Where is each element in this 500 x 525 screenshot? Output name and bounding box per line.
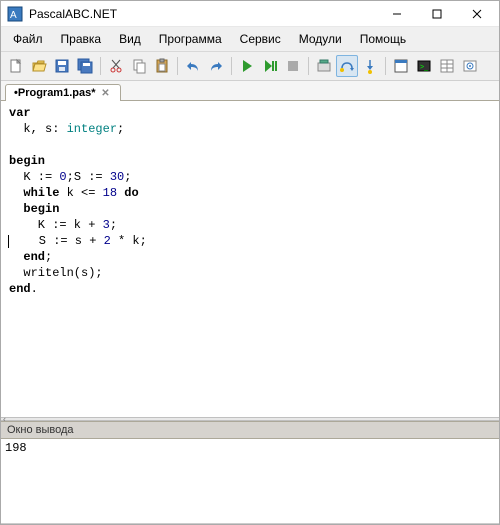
maximize-button[interactable] xyxy=(417,2,457,26)
toolbar-separator xyxy=(177,57,178,75)
watch-button[interactable] xyxy=(459,55,481,77)
form-designer-button[interactable] xyxy=(390,55,412,77)
svg-text:>_: >_ xyxy=(420,64,428,71)
menu-file[interactable]: Файл xyxy=(5,29,51,49)
menu-edit[interactable]: Правка xyxy=(53,29,110,49)
app-icon: A xyxy=(7,6,23,22)
copy-button[interactable] xyxy=(128,55,150,77)
new-file-button[interactable] xyxy=(5,55,27,77)
code-text: K := k + xyxy=(9,218,103,232)
output-text: 198 xyxy=(5,441,27,455)
code-text: * k; xyxy=(111,234,147,248)
code-number: 30 xyxy=(110,170,124,184)
tab-label: •Program1.pas* xyxy=(14,87,96,99)
save-button[interactable] xyxy=(51,55,73,77)
toolbar-separator xyxy=(308,57,309,75)
menu-bar: Файл Правка Вид Программа Сервис Модули … xyxy=(1,27,499,52)
step-over-button[interactable] xyxy=(336,55,358,77)
minimize-button[interactable] xyxy=(377,2,417,26)
stop-button[interactable] xyxy=(282,55,304,77)
code-number: 0 xyxy=(59,170,66,184)
code-text: K := xyxy=(9,170,59,184)
code-text xyxy=(9,186,23,200)
cut-button[interactable] xyxy=(105,55,127,77)
run-button[interactable] xyxy=(236,55,258,77)
code-keyword: begin xyxy=(9,154,45,168)
title-bar: A PascalABC.NET xyxy=(1,1,499,27)
menu-modules[interactable]: Модули xyxy=(291,29,350,49)
toolbar-separator xyxy=(100,57,101,75)
code-keyword: while xyxy=(23,186,59,200)
tab-bar: •Program1.pas* ✕ xyxy=(1,81,499,101)
code-text xyxy=(9,202,23,216)
toolbar-separator xyxy=(385,57,386,75)
code-number: 18 xyxy=(103,186,117,200)
tab-close-icon[interactable]: ✕ xyxy=(100,87,112,99)
code-text: ;S := xyxy=(67,170,110,184)
toolbar: >_ xyxy=(1,52,499,81)
code-text: . xyxy=(31,282,38,296)
code-text: ; xyxy=(45,250,52,264)
code-text: k, s: xyxy=(9,122,67,136)
code-text: ; xyxy=(117,122,124,136)
code-type: integer xyxy=(67,122,117,136)
menu-service[interactable]: Сервис xyxy=(232,29,289,49)
code-text: k <= xyxy=(59,186,102,200)
code-text: S := s + xyxy=(10,234,104,248)
output-panel-header: Окно вывода xyxy=(1,421,499,439)
code-number: 3 xyxy=(103,218,110,232)
toolbar-separator xyxy=(231,57,232,75)
paste-button[interactable] xyxy=(151,55,173,77)
menu-program[interactable]: Программа xyxy=(151,29,230,49)
code-number: 2 xyxy=(104,234,111,248)
window-title: PascalABC.NET xyxy=(29,7,377,21)
code-text xyxy=(9,250,23,264)
text-cursor xyxy=(8,235,9,248)
output-panel[interactable]: 198 xyxy=(1,439,499,524)
svg-text:A: A xyxy=(10,10,17,21)
code-text: writeln(s); xyxy=(9,266,103,280)
compile-button[interactable] xyxy=(313,55,335,77)
output-window-button[interactable]: >_ xyxy=(413,55,435,77)
code-keyword: do xyxy=(124,186,138,200)
redo-button[interactable] xyxy=(205,55,227,77)
code-keyword: end xyxy=(23,250,45,264)
properties-button[interactable] xyxy=(436,55,458,77)
close-button[interactable] xyxy=(457,2,497,26)
menu-view[interactable]: Вид xyxy=(111,29,149,49)
step-into-button[interactable] xyxy=(359,55,381,77)
code-text: ; xyxy=(110,218,117,232)
code-keyword: var xyxy=(9,106,31,120)
code-keyword: begin xyxy=(23,202,59,216)
undo-button[interactable] xyxy=(182,55,204,77)
menu-help[interactable]: Помощь xyxy=(352,29,414,49)
code-keyword: end xyxy=(9,282,31,296)
file-tab[interactable]: •Program1.pas* ✕ xyxy=(5,84,121,101)
run-no-debug-button[interactable] xyxy=(259,55,281,77)
save-all-button[interactable] xyxy=(74,55,96,77)
code-text: ; xyxy=(124,170,131,184)
open-file-button[interactable] xyxy=(28,55,50,77)
window-controls xyxy=(377,2,497,26)
code-editor[interactable]: var k, s: integer; begin K := 0;S := 30;… xyxy=(1,101,499,417)
